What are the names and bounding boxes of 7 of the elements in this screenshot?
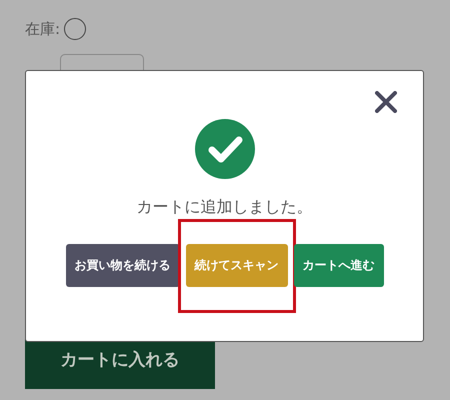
stock-circle-icon <box>64 18 86 40</box>
dialog-button[interactable]: お買い物を続ける <box>66 244 180 287</box>
dialog-button[interactable]: カートへ進む <box>294 244 384 287</box>
stock-label: 在庫: <box>25 20 60 38</box>
success-message: カートに追加しました。 <box>136 197 312 218</box>
check-circle-icon <box>194 119 254 179</box>
close-icon[interactable] <box>375 91 397 113</box>
